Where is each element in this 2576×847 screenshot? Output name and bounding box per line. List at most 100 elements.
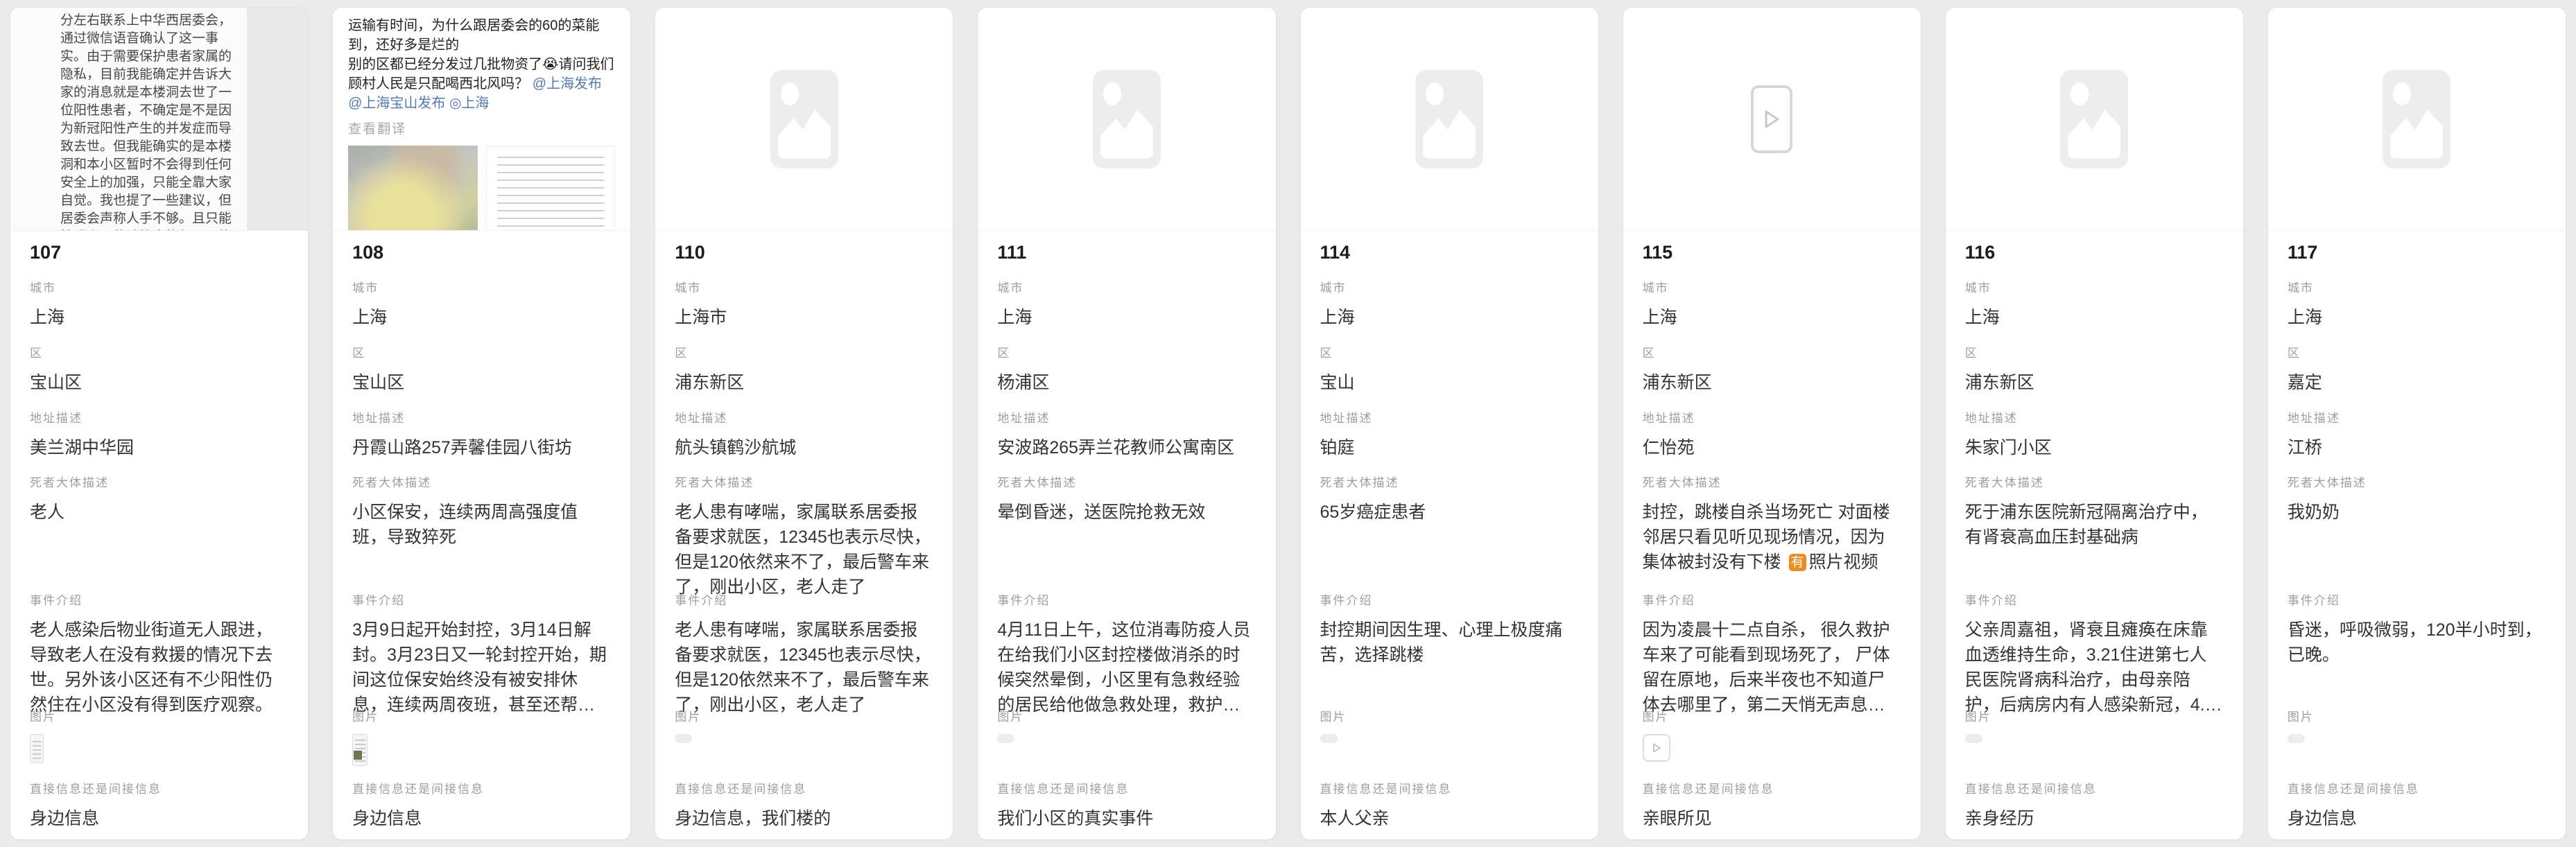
view-translation-link[interactable]: 查看翻译: [348, 119, 615, 137]
video-play-icon[interactable]: [1751, 85, 1792, 153]
cover-text-screenshot[interactable]: 分左右联系上中华西居委会，通过微信语音确认了这一事实。由于需要保护患者家属的隐私…: [10, 8, 308, 230]
video-thumbnail[interactable]: [1643, 734, 1670, 762]
image-placeholder-icon: [1093, 70, 1161, 168]
cabbage-photo[interactable]: [348, 146, 478, 231]
field-address-label: 地址描述: [1643, 408, 1901, 426]
record-number: 114: [1320, 242, 1579, 278]
record-number: 110: [675, 242, 933, 278]
image-placeholder-icon: [2383, 70, 2450, 168]
card-cover[interactable]: [1623, 8, 1921, 231]
field-district: 区 浦东新区: [675, 343, 933, 408]
card-body: 117 城市 上海 区 嘉定 地址描述 江桥 死者大体描述 我奶奶 事件介绍 昏…: [2268, 231, 2566, 839]
field-event: 事件介绍 昏迷，呼吸微弱，120半小时到，已晚。: [2288, 591, 2546, 707]
image-thumbnail-slot[interactable]: [675, 734, 933, 743]
field-address-value: 朱家门小区: [1965, 435, 2224, 460]
field-direct-label: 直接信息还是间接信息: [1965, 779, 2224, 796]
field-district-value: 浦东新区: [675, 370, 933, 395]
image-thumbnail-slot[interactable]: [1643, 734, 1901, 762]
image-thumbnail-slot[interactable]: [2288, 734, 2546, 743]
field-event-label: 事件介绍: [1320, 591, 1579, 608]
field-deceased: 死者大体描述 小区保安，连续两周高强度值班，导致猝死: [352, 473, 611, 591]
field-event: 事件介绍 老人患有哮喘，家属联系居委报备要求就医，12345也表示尽快，但是12…: [675, 591, 933, 707]
field-city-label: 城市: [997, 278, 1256, 295]
image-placeholder-icon: [1415, 70, 1483, 168]
field-city: 城市 上海: [1320, 278, 1579, 343]
record-card[interactable]: 111 城市 上海 区 杨浦区 地址描述 安波路265弄兰花教师公寓南区 死者大…: [977, 7, 1276, 840]
card-body: 116 城市 上海 区 浦东新区 地址描述 朱家门小区 死者大体描述 死于浦东医…: [1946, 231, 2243, 839]
field-address-value: 航头镇鹤沙航城: [675, 435, 933, 460]
field-event-label: 事件介绍: [1965, 591, 2224, 608]
empty-attachment-pill: [1965, 734, 1982, 743]
field-address-value: 仁怡苑: [1643, 435, 1901, 460]
field-direct-label: 直接信息还是间接信息: [997, 779, 1256, 796]
field-event: 事件介绍 4月11日上午，这位消毒防疫人员在给我们小区封控楼做消杀的时候突然晕倒…: [997, 591, 1256, 707]
field-deceased: 死者大体描述 封控，跳楼自杀当场死亡 对面楼邻居只看见听见现场情况，因为集体被封…: [1643, 473, 1901, 591]
field-district: 区 宝山区: [352, 343, 611, 408]
field-city-value: 上海: [1320, 305, 1579, 330]
image-thumbnail-slot[interactable]: [352, 734, 611, 766]
image-thumbnail-slot[interactable]: [30, 734, 288, 763]
cover-social-post[interactable]: 运输有时间，为什么跟居委会的60的菜能到，还好多是烂的别的区都已经分发过几批物资…: [333, 8, 630, 230]
field-city-label: 城市: [1965, 278, 2224, 295]
image-thumbnail-slot[interactable]: [1965, 734, 2224, 743]
image-thumbnail-slot[interactable]: [997, 734, 1256, 743]
field-direct-label: 直接信息还是间接信息: [675, 779, 933, 796]
image-thumbnail-slot[interactable]: [1320, 734, 1579, 743]
field-address-label: 地址描述: [30, 408, 288, 426]
field-deceased-value: 死于浦东医院新冠隔离治疗中，有肾衰高血压封基础病: [1965, 500, 2224, 550]
screenshot-thumbnail[interactable]: [30, 734, 44, 763]
field-event-value: 3月9日起开始封控，3月14日解封。3月23日又一轮封控开始，期间这位保安始终没…: [352, 618, 611, 717]
placeholder-mountain: [1100, 105, 1153, 159]
field-event-value: 封控期间因生理、心理上极度痛苦，选择跳楼: [1320, 618, 1579, 667]
field-district-value: 浦东新区: [1643, 370, 1901, 395]
field-deceased-label: 死者大体描述: [997, 473, 1256, 490]
field-image: 图片: [997, 707, 1256, 779]
card-cover[interactable]: 运输有时间，为什么跟居委会的60的菜能到，还好多是烂的别的区都已经分发过几批物资…: [333, 8, 630, 231]
screenshot-thumbnail[interactable]: [352, 734, 368, 766]
field-event-value: 因为凌晨十二点自杀， 很久救护车来了可能看到现场死了， 尸体留在原地，后来半夜也…: [1643, 618, 1901, 717]
field-direct-value: 亲眼所见: [1643, 806, 1901, 831]
post-images: [348, 146, 615, 231]
card-cover[interactable]: [1946, 8, 2243, 231]
placeholder-sun-dot: [1426, 82, 1444, 105]
empty-attachment-pill: [2288, 734, 2305, 743]
placeholder-mountain: [778, 105, 831, 159]
field-event: 事件介绍 3月9日起开始封控，3月14日解封。3月23日又一轮封控开始，期间这位…: [352, 591, 611, 707]
card-cover[interactable]: [2268, 8, 2566, 231]
card-cover[interactable]: [978, 8, 1275, 231]
record-card[interactable]: 115 城市 上海 区 浦东新区 地址描述 仁怡苑 死者大体描述 封控，跳楼自杀…: [1623, 7, 1921, 840]
field-address: 地址描述 美兰湖中华园: [30, 408, 288, 473]
field-direct-value: 本人父亲: [1320, 806, 1579, 831]
card-body: 114 城市 上海 区 宝山 地址描述 铂庭 死者大体描述 65岁癌症患者 事件…: [1301, 231, 1598, 839]
field-event-value: 父亲周嘉祖，肾衰且瘫痪在床靠血透维持生命，3.21住进第七人民医院肾病科治疗，由…: [1965, 618, 2224, 717]
card-cover[interactable]: [1301, 8, 1598, 231]
field-event-label: 事件介绍: [352, 591, 611, 608]
field-address: 地址描述 铂庭: [1320, 408, 1579, 473]
field-address-value: 丹霞山路257弄馨佳园八街坊: [352, 435, 611, 460]
record-card[interactable]: 114 城市 上海 区 宝山 地址描述 铂庭 死者大体描述 65岁癌症患者 事件…: [1300, 7, 1599, 840]
text-screenshot-photo[interactable]: [486, 146, 616, 231]
card-cover[interactable]: [655, 8, 953, 231]
field-district: 区 嘉定: [2288, 343, 2546, 408]
field-event-label: 事件介绍: [2288, 591, 2546, 608]
field-event-label: 事件介绍: [997, 591, 1256, 608]
record-card[interactable]: 110 城市 上海市 区 浦东新区 地址描述 航头镇鹤沙航城 死者大体描述 老人…: [655, 7, 953, 840]
field-address-value: 美兰湖中华园: [30, 435, 288, 460]
field-city-value: 上海市: [675, 305, 933, 330]
record-card[interactable]: 116 城市 上海 区 浦东新区 地址描述 朱家门小区 死者大体描述 死于浦东医…: [1945, 7, 2244, 840]
record-number: 115: [1643, 242, 1901, 278]
field-deceased-label: 死者大体描述: [1643, 473, 1901, 490]
record-card[interactable]: 运输有时间，为什么跟居委会的60的菜能到，还好多是烂的别的区都已经分发过几批物资…: [332, 7, 631, 840]
field-city-value: 上海: [352, 305, 611, 330]
field-city-label: 城市: [1320, 278, 1579, 295]
card-cover[interactable]: 分左右联系上中华西居委会，通过微信语音确认了这一事实。由于需要保护患者家属的隐私…: [10, 8, 308, 231]
empty-attachment-pill: [1320, 734, 1338, 743]
field-deceased: 死者大体描述 老人: [30, 473, 288, 591]
record-card[interactable]: 117 城市 上海 区 嘉定 地址描述 江桥 死者大体描述 我奶奶 事件介绍 昏…: [2267, 7, 2566, 840]
field-district-value: 嘉定: [2288, 370, 2546, 395]
field-city-label: 城市: [30, 278, 288, 295]
field-image: 图片: [1965, 707, 2224, 779]
field-district-label: 区: [2288, 343, 2546, 360]
record-card[interactable]: 分左右联系上中华西居委会，通过微信语音确认了这一事实。由于需要保护患者家属的隐私…: [10, 7, 309, 840]
field-direct-label: 直接信息还是间接信息: [1643, 779, 1901, 796]
